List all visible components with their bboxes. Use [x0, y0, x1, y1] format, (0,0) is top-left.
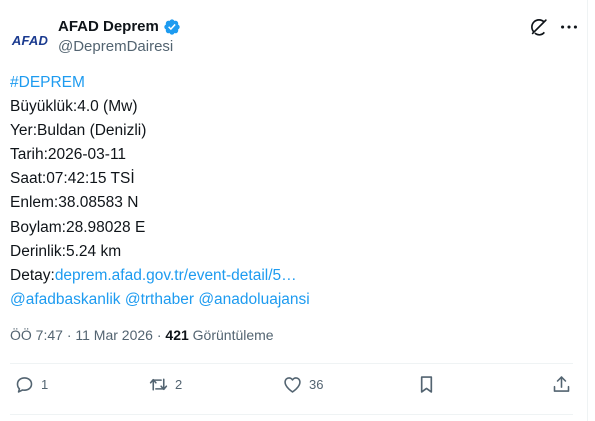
retweet-button[interactable]: 2 [148, 374, 182, 395]
retweet-icon [149, 378, 168, 391]
retweet-count: 2 [175, 377, 183, 392]
bottom-divider [10, 414, 573, 415]
longitude-line: Boylam:28.98028 E [10, 218, 146, 236]
grok-icon[interactable] [528, 16, 550, 38]
mentions-line: @afadbaskanlik @trthaber @anadoluajansi [10, 288, 570, 312]
mention-afadbaskanlik[interactable]: @afadbaskanlik [10, 291, 121, 308]
action-bar: 1 2 36 [10, 372, 576, 402]
avatar[interactable]: AFAD [10, 20, 50, 60]
date-line: Tarih:2026-03-11 [10, 146, 127, 164]
more-options-icon[interactable] [558, 16, 580, 38]
views-count: 421 [165, 327, 189, 343]
bookmark-button[interactable] [416, 374, 437, 395]
magnitude-line: Büyüklük:4.0 (Mw) [10, 98, 138, 116]
depth-line: Derinlik:5.24 km [10, 242, 122, 260]
share-button[interactable] [551, 374, 572, 395]
mention-trthaber[interactable]: @trthaber [125, 291, 194, 308]
tweet-card: AFAD AFAD Deprem @DepremDairesi #DEPREM [0, 0, 588, 421]
location-line: Yer:Buldan (Denizli) [10, 122, 147, 140]
like-count: 36 [309, 377, 324, 392]
heart-icon [284, 377, 301, 393]
afad-logo: AFAD [11, 32, 49, 48]
reply-count: 1 [41, 377, 49, 392]
hashtag-link[interactable]: #DEPREM [10, 74, 85, 91]
time-line: Saat:07:42:15 TSİ [10, 170, 135, 188]
tweet-text: #DEPREM Büyüklük:4.0 (Mw) Yer:Buldan (De… [10, 71, 570, 312]
meta-separator: · [66, 327, 72, 343]
tweet-header: AFAD AFAD Deprem @DepremDairesi [10, 14, 578, 58]
views-label: Görüntüleme [192, 327, 274, 343]
display-name[interactable]: AFAD Deprem [58, 18, 159, 35]
reply-button[interactable]: 1 [14, 374, 48, 395]
author-handle[interactable]: @DepremDairesi [58, 38, 181, 55]
tweet-date[interactable]: 11 Mar 2026 [75, 327, 153, 343]
detail-label: Detay: [10, 266, 55, 284]
tweet-meta: ÖÖ 7:47 · 11 Mar 2026 · 421 Görüntüleme [10, 327, 274, 343]
author-names: AFAD Deprem @DepremDairesi [58, 16, 181, 55]
divider [10, 363, 573, 364]
reply-icon [16, 377, 33, 393]
mention-anadoluajansi[interactable]: @anadoluajansi [198, 291, 309, 308]
like-button[interactable]: 36 [282, 374, 323, 395]
latitude-line: Enlem:38.08583 N [10, 194, 139, 212]
display-name-row: AFAD Deprem [58, 16, 181, 37]
detail-line: Detay:deprem.afad.gov.tr/event-detail/5… [10, 264, 570, 288]
share-icon [553, 376, 570, 392]
detail-link[interactable]: deprem.afad.gov.tr/event-detail/5… [55, 267, 297, 284]
bookmark-icon [420, 376, 433, 393]
tweet-time[interactable]: ÖÖ 7:47 [10, 327, 63, 343]
meta-separator-2: · [156, 327, 162, 343]
verified-badge-icon [164, 18, 180, 35]
